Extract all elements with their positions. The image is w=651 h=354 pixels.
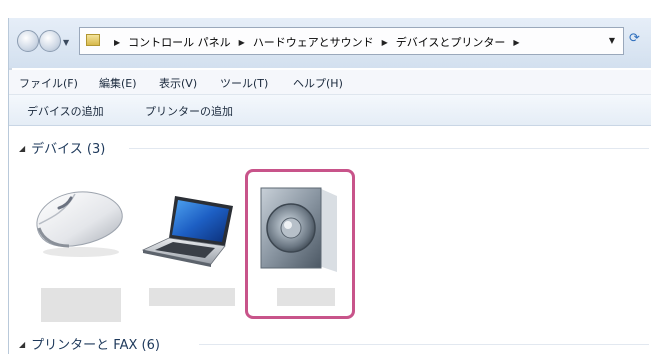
devices-pane: ◢ デバイス (3) ◢ プリンターと FAX (6): [9, 126, 651, 354]
control-panel-icon: [86, 34, 100, 46]
address-dropdown-icon[interactable]: ▼: [609, 36, 615, 45]
add-printer-button[interactable]: プリンターの追加: [145, 103, 233, 119]
laptop-icon: [141, 196, 233, 267]
devices-group-title: デバイス (3): [31, 142, 106, 157]
chevron-right-icon[interactable]: ▶: [382, 38, 388, 47]
device-label: [149, 288, 235, 306]
breadcrumb-devices-printers[interactable]: デバイスとプリンター: [396, 36, 506, 49]
add-device-button[interactable]: デバイスの追加: [27, 103, 104, 119]
mouse-icon: [36, 191, 123, 257]
collapse-arrow-icon[interactable]: ◢: [19, 340, 25, 349]
menu-tools[interactable]: ツール(T): [220, 75, 268, 91]
menu-file[interactable]: ファイル(F): [19, 75, 78, 91]
menu-bar: ファイル(F) 編集(E) 表示(V) ツール(T) ヘルプ(H): [9, 70, 651, 95]
menu-view[interactable]: 表示(V): [159, 75, 197, 91]
navigation-bar: ▼ ▶ コントロール パネル ▶ ハードウェアとサウンド ▶ デバイスとプリンター ▶ ▼ …: [9, 18, 651, 68]
device-label: [41, 288, 121, 322]
chevron-right-icon[interactable]: ▶: [114, 38, 120, 47]
address-bar[interactable]: ▶ コントロール パネル ▶ ハードウェアとサウンド ▶ デバイスとプリンター ▶ ▼: [79, 27, 624, 55]
recent-pages-chevron-icon[interactable]: ▼: [63, 38, 69, 47]
back-button[interactable]: [17, 30, 39, 52]
selection-highlight: [245, 169, 355, 319]
chevron-right-icon[interactable]: ▶: [239, 38, 245, 47]
breadcrumb: ▶ コントロール パネル ▶ ハードウェアとサウンド ▶ デバイスとプリンター ▶: [106, 34, 528, 50]
breadcrumb-control-panel[interactable]: コントロール パネル: [128, 36, 231, 49]
command-bar: デバイスの追加 プリンターの追加: [9, 95, 651, 126]
menu-edit[interactable]: 編集(E): [99, 75, 137, 91]
chevron-right-icon[interactable]: ▶: [513, 38, 519, 47]
printers-group-title: プリンターと FAX (6): [31, 338, 160, 353]
refresh-icon[interactable]: ⟳: [629, 31, 640, 46]
printers-group-header[interactable]: ◢ プリンターと FAX (6): [19, 334, 160, 353]
breadcrumb-hardware-sound[interactable]: ハードウェアとサウンド: [253, 36, 374, 49]
menu-help[interactable]: ヘルプ(H): [293, 75, 343, 91]
devices-group-header[interactable]: ◢ デバイス (3): [19, 138, 105, 157]
group-divider: [129, 148, 649, 149]
group-divider: [199, 344, 649, 345]
forward-button[interactable]: [39, 30, 61, 52]
collapse-arrow-icon[interactable]: ◢: [19, 144, 25, 153]
explorer-window: ▼ ▶ コントロール パネル ▶ ハードウェアとサウンド ▶ デバイスとプリンター ▶ ▼ …: [8, 18, 651, 354]
